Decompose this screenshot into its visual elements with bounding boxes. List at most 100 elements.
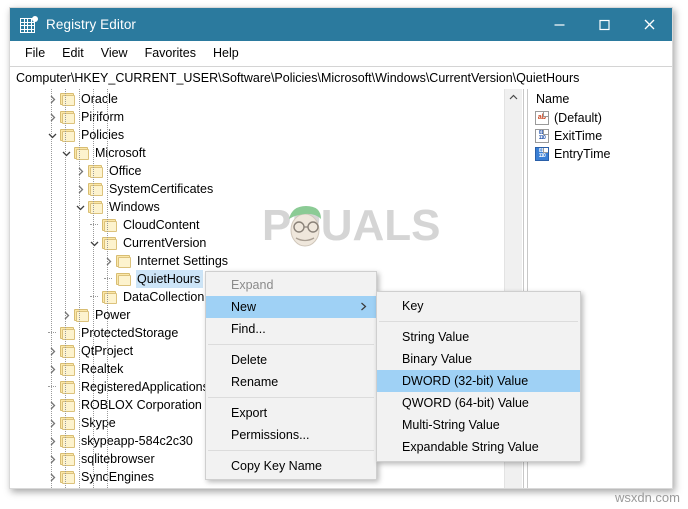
tree-connector bbox=[44, 378, 60, 396]
tree-item[interactable]: Office bbox=[10, 162, 522, 180]
value-name: EntryTime bbox=[554, 147, 611, 161]
context-menu-item[interactable]: Find... bbox=[206, 318, 376, 340]
new-submenu[interactable]: Key String Value Binary Value DWORD (32-bit… bbox=[376, 291, 581, 462]
menu-file[interactable]: File bbox=[17, 44, 54, 63]
chevron-up-icon[interactable] bbox=[505, 89, 522, 106]
context-menu-item-label: Expand bbox=[231, 278, 274, 292]
folder-icon bbox=[88, 200, 103, 214]
chevron-down-icon[interactable] bbox=[44, 126, 60, 144]
context-menu-item-label: Delete bbox=[231, 353, 268, 367]
chevron-right-icon[interactable] bbox=[100, 252, 116, 270]
menu-edit[interactable]: Edit bbox=[54, 44, 93, 63]
chevron-right-icon[interactable] bbox=[72, 162, 88, 180]
tree-item[interactable]: Piriform bbox=[10, 108, 522, 126]
values-column-header[interactable]: Name bbox=[528, 89, 672, 109]
column-header-name: Name bbox=[536, 92, 570, 106]
maximize-icon[interactable] bbox=[582, 8, 627, 41]
chevron-right-icon[interactable] bbox=[44, 414, 60, 432]
tree-item[interactable]: CurrentVersion bbox=[10, 234, 522, 252]
tree-item[interactable]: Oracle bbox=[10, 90, 522, 108]
context-menu-item[interactable]: Copy Key Name bbox=[206, 455, 376, 477]
address-bar[interactable]: Computer\HKEY_CURRENT_USER\Software\Poli… bbox=[10, 66, 672, 90]
context-menu-item-label: Export bbox=[231, 406, 268, 420]
menu-help[interactable]: Help bbox=[205, 44, 248, 63]
submenu-item[interactable]: Expandable String Value bbox=[377, 436, 580, 458]
chevron-right-icon[interactable] bbox=[44, 90, 60, 108]
chevron-right-icon[interactable] bbox=[44, 342, 60, 360]
chevron-right-icon[interactable] bbox=[44, 396, 60, 414]
folder-icon bbox=[60, 416, 75, 430]
context-menu-item[interactable]: Export bbox=[206, 402, 376, 424]
close-icon[interactable] bbox=[627, 8, 672, 41]
folder-icon bbox=[88, 182, 103, 196]
tree-connector bbox=[86, 216, 102, 234]
context-menu-item[interactable]: Delete bbox=[206, 349, 376, 371]
chevron-right-icon[interactable] bbox=[44, 468, 60, 486]
tree-item-label: CloudContent bbox=[123, 218, 200, 232]
tree-connector bbox=[44, 324, 60, 342]
tree-item-label: Realtek bbox=[81, 362, 124, 376]
chevron-right-icon[interactable] bbox=[44, 360, 60, 378]
context-menu[interactable]: Expand New Find... Delete Rename Export Permis… bbox=[205, 271, 377, 480]
tree-item[interactable]: Policies bbox=[10, 126, 522, 144]
tree-item-label: sqlitebrowser bbox=[81, 452, 155, 466]
context-menu-item[interactable]: Expand bbox=[206, 274, 376, 296]
tree-guide-line bbox=[51, 89, 52, 488]
chevron-right-icon[interactable] bbox=[44, 108, 60, 126]
chevron-right-icon[interactable] bbox=[72, 180, 88, 198]
submenu-item-label: DWORD (32-bit) Value bbox=[402, 374, 529, 388]
chevron-right-icon[interactable] bbox=[58, 306, 74, 324]
submenu-item-label: QWORD (64-bit) Value bbox=[402, 396, 529, 410]
tree-item-label: QtProject bbox=[81, 344, 134, 358]
registry-path-text: Computer\HKEY_CURRENT_USER\Software\Poli… bbox=[16, 71, 580, 85]
submenu-item-label: Multi-String Value bbox=[402, 418, 500, 432]
chevron-down-icon[interactable] bbox=[86, 234, 102, 252]
menu-view[interactable]: View bbox=[93, 44, 137, 63]
context-menu-item[interactable]: Permissions... bbox=[206, 424, 376, 446]
value-row[interactable]: ab (Default) bbox=[528, 109, 672, 127]
menu-favorites[interactable]: Favorites bbox=[137, 44, 205, 63]
submenu-item[interactable]: String Value bbox=[377, 326, 580, 348]
value-row[interactable]: 011 110 EntryTime bbox=[528, 145, 672, 163]
context-menu-item[interactable]: Rename bbox=[206, 371, 376, 393]
tree-item[interactable]: SystemCertificates bbox=[10, 180, 522, 198]
context-menu-item-label: Copy Key Name bbox=[231, 459, 323, 473]
context-menu-item[interactable]: New bbox=[206, 296, 376, 318]
tree-item-label: Oracle bbox=[81, 92, 118, 106]
tree-item-label: QuietHours bbox=[136, 270, 204, 288]
tree-item[interactable]: Windows bbox=[10, 198, 522, 216]
menu-separator bbox=[208, 344, 374, 345]
tree-item-label: DataCollection bbox=[123, 290, 205, 304]
value-row[interactable]: 011 110 ExitTime bbox=[528, 127, 672, 145]
tree-guide-line bbox=[107, 89, 108, 488]
folder-icon bbox=[60, 362, 75, 376]
submenu-item[interactable]: DWORD (32-bit) Value bbox=[377, 370, 580, 392]
site-watermark: wsxdn.com bbox=[614, 490, 680, 505]
tree-item[interactable]: CloudContent bbox=[10, 216, 522, 234]
submenu-item[interactable]: Binary Value bbox=[377, 348, 580, 370]
folder-icon bbox=[60, 128, 75, 142]
tree-item[interactable]: Microsoft bbox=[10, 144, 522, 162]
chevron-down-icon[interactable] bbox=[72, 198, 88, 216]
folder-icon bbox=[102, 218, 117, 232]
folder-icon bbox=[60, 110, 75, 124]
registry-icon bbox=[20, 16, 38, 33]
submenu-item[interactable]: Key bbox=[377, 295, 580, 317]
folder-icon bbox=[74, 146, 89, 160]
dword-value-icon: 011 110 bbox=[535, 129, 549, 143]
folder-icon bbox=[60, 344, 75, 358]
menu-separator bbox=[208, 450, 374, 451]
tree-item-label: Power bbox=[95, 308, 131, 322]
chevron-right-icon[interactable] bbox=[44, 432, 60, 450]
chevron-right-icon[interactable] bbox=[44, 450, 60, 468]
tree-item[interactable]: Internet Settings bbox=[10, 252, 522, 270]
submenu-item[interactable]: QWORD (64-bit) Value bbox=[377, 392, 580, 414]
dword-value-icon: 011 110 bbox=[535, 147, 549, 161]
value-name: (Default) bbox=[554, 111, 602, 125]
chevron-down-icon[interactable] bbox=[58, 144, 74, 162]
submenu-item[interactable]: Multi-String Value bbox=[377, 414, 580, 436]
tree-item-label: Policies bbox=[81, 128, 125, 142]
tree-item[interactable]: SYNCJM bbox=[10, 486, 522, 488]
title-bar[interactable]: Registry Editor bbox=[10, 8, 672, 41]
minimize-icon[interactable] bbox=[537, 8, 582, 41]
